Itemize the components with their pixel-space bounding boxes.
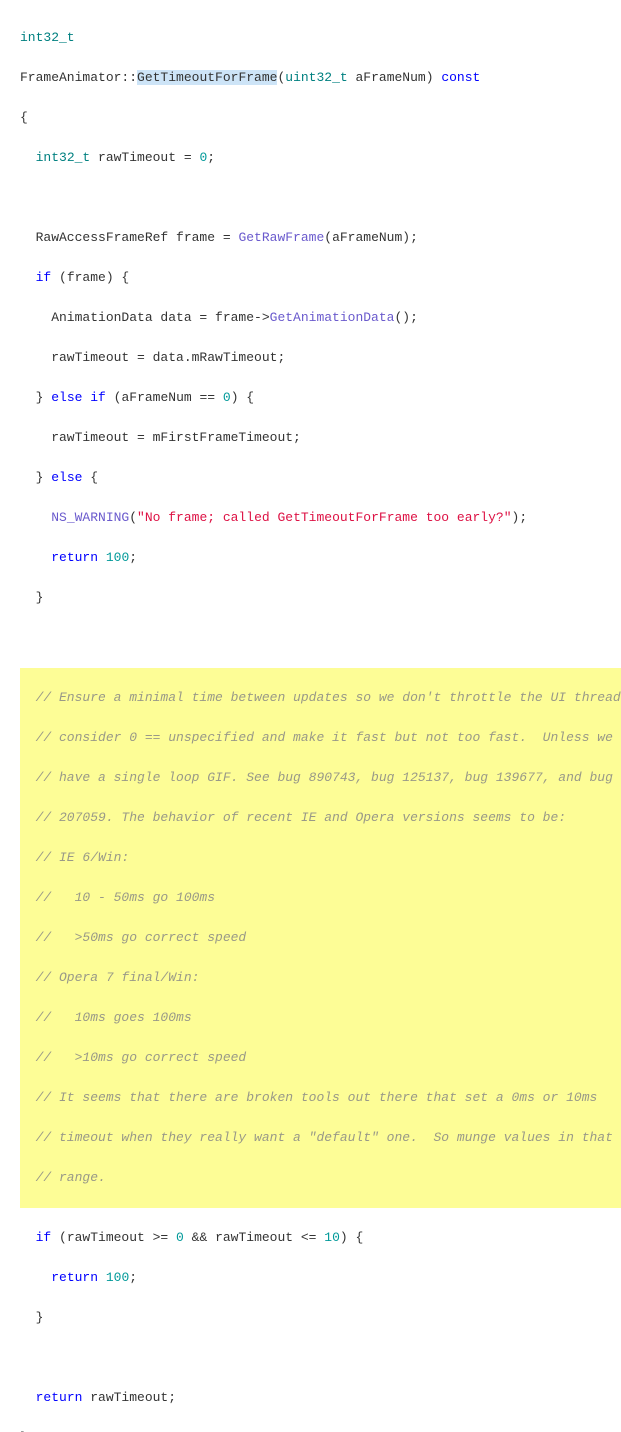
string-literal: "No frame; called GetTimeoutForFrame too… xyxy=(137,510,511,525)
return-keyword: return xyxy=(51,550,98,565)
return-keyword: return xyxy=(51,1270,98,1285)
comment-line: // range. xyxy=(20,1168,621,1188)
brace: } xyxy=(20,1310,43,1325)
code-text: rawTimeout = xyxy=(90,150,199,165)
comment-line: // 10 - 50ms go 100ms xyxy=(20,888,621,908)
comment-line: // IE 6/Win: xyxy=(20,848,621,868)
comment-line: // >10ms go correct speed xyxy=(20,1048,621,1068)
code-text: ); xyxy=(512,510,528,525)
comment-line: // timeout when they really want a "defa… xyxy=(20,1128,621,1148)
comment-line: // consider 0 == unspecified and make it… xyxy=(20,728,621,748)
code-line: return 100; xyxy=(20,1268,621,1288)
brace: } xyxy=(20,590,43,605)
scope-name: FrameAnimator:: xyxy=(20,70,137,85)
code-line: return rawTimeout; xyxy=(20,1388,621,1408)
code-block: int32_t FrameAnimator::GetTimeoutForFram… xyxy=(0,0,621,1432)
const-keyword: const xyxy=(441,70,480,85)
highlighted-comment-block: // Ensure a minimal time between updates… xyxy=(20,668,621,1208)
code-line: } xyxy=(20,1428,621,1432)
code-line: if (rawTimeout >= 0 && rawTimeout <= 10)… xyxy=(20,1228,621,1248)
code-line: int32_t xyxy=(20,28,621,48)
number-literal: 0 xyxy=(223,390,231,405)
code-text: (rawTimeout >= xyxy=(51,1230,176,1245)
semicolon: ; xyxy=(207,150,215,165)
if-keyword: if xyxy=(36,270,52,285)
code-text: (aFrameNum == xyxy=(106,390,223,405)
code-text: } xyxy=(20,470,51,485)
code-text: ) { xyxy=(231,390,254,405)
number-literal: 100 xyxy=(106,1270,129,1285)
indent xyxy=(20,150,36,165)
function-call: GetAnimationData xyxy=(270,310,395,325)
code-text: AnimationData data = frame-> xyxy=(20,310,270,325)
code-text: } xyxy=(20,390,51,405)
brace: } xyxy=(20,1430,28,1432)
code-line: NS_WARNING("No frame; called GetTimeoutF… xyxy=(20,508,621,528)
code-line: rawTimeout = data.mRawTimeout; xyxy=(20,348,621,368)
code-text: rawTimeout = mFirstFrameTimeout; xyxy=(20,430,301,445)
code-text: ) { xyxy=(340,1230,363,1245)
space xyxy=(98,550,106,565)
comment-line: // >50ms go correct speed xyxy=(20,928,621,948)
number-literal: 0 xyxy=(176,1230,184,1245)
code-line: int32_t rawTimeout = 0; xyxy=(20,148,621,168)
comment-line: // It seems that there are broken tools … xyxy=(20,1088,621,1108)
indent xyxy=(20,1270,51,1285)
code-line: } else { xyxy=(20,468,621,488)
comment-line: // Opera 7 final/Win: xyxy=(20,968,621,988)
comment-line: // have a single loop GIF. See bug 89074… xyxy=(20,768,621,788)
code-line: FrameAnimator::GetTimeoutForFrame(uint32… xyxy=(20,68,621,88)
indent xyxy=(20,1230,36,1245)
code-text: (aFrameNum); xyxy=(324,230,418,245)
indent xyxy=(20,510,51,525)
code-text: && rawTimeout <= xyxy=(184,1230,324,1245)
blank-line xyxy=(20,188,621,208)
code-text: rawTimeout; xyxy=(82,1390,176,1405)
semicolon: ; xyxy=(129,550,137,565)
comment-line: // 10ms goes 100ms xyxy=(20,1008,621,1028)
blank-line xyxy=(20,628,621,648)
type-keyword: int32_t xyxy=(36,150,91,165)
code-line: } xyxy=(20,1308,621,1328)
indent xyxy=(20,1390,36,1405)
code-line: AnimationData data = frame->GetAnimation… xyxy=(20,308,621,328)
else-keyword: else xyxy=(51,390,82,405)
return-keyword: return xyxy=(36,1390,83,1405)
code-line: rawTimeout = mFirstFrameTimeout; xyxy=(20,428,621,448)
code-text: rawTimeout = data.mRawTimeout; xyxy=(20,350,285,365)
code-text: (frame) { xyxy=(51,270,129,285)
brace: { xyxy=(20,110,28,125)
number-literal: 100 xyxy=(106,550,129,565)
type-keyword: int32_t xyxy=(20,30,75,45)
comment-line: // Ensure a minimal time between updates… xyxy=(20,688,621,708)
space xyxy=(98,1270,106,1285)
paren: ( xyxy=(129,510,137,525)
paren: ) xyxy=(426,70,442,85)
type-keyword: uint32_t xyxy=(285,70,347,85)
param-name: aFrameNum xyxy=(348,70,426,85)
comment-line: // 207059. The behavior of recent IE and… xyxy=(20,808,621,828)
if-keyword: if xyxy=(36,1230,52,1245)
code-line: } xyxy=(20,588,621,608)
code-line: RawAccessFrameRef frame = GetRawFrame(aF… xyxy=(20,228,621,248)
if-keyword: if xyxy=(90,390,106,405)
code-text: RawAccessFrameRef frame = xyxy=(20,230,238,245)
function-call: NS_WARNING xyxy=(51,510,129,525)
else-keyword: else xyxy=(51,470,82,485)
function-name-highlighted: GetTimeoutForFrame xyxy=(137,70,277,85)
code-text: (); xyxy=(394,310,417,325)
indent xyxy=(20,270,36,285)
blank-line xyxy=(20,1348,621,1368)
code-line: if (frame) { xyxy=(20,268,621,288)
semicolon: ; xyxy=(129,1270,137,1285)
code-line: } else if (aFrameNum == 0) { xyxy=(20,388,621,408)
number-literal: 10 xyxy=(324,1230,340,1245)
function-call: GetRawFrame xyxy=(238,230,324,245)
code-line: { xyxy=(20,108,621,128)
indent xyxy=(20,550,51,565)
code-text: { xyxy=(82,470,98,485)
code-line: return 100; xyxy=(20,548,621,568)
